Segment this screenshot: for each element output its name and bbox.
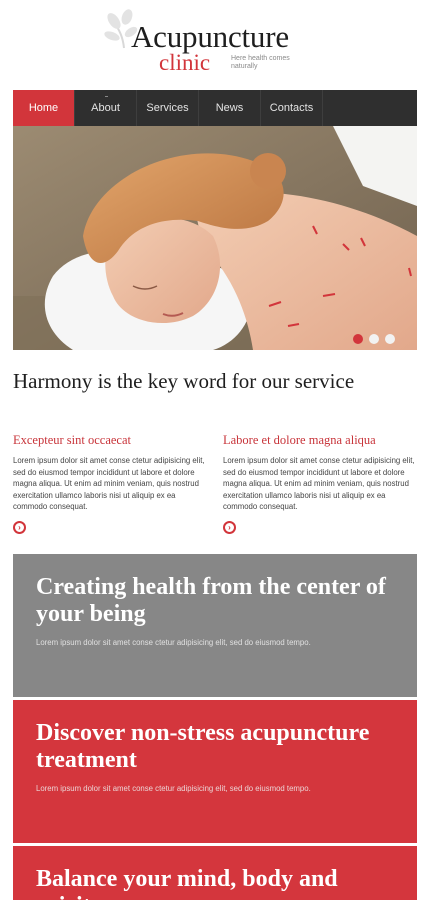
slider-pagination <box>353 334 395 344</box>
main-nav: Home About Services News Contacts <box>13 90 417 126</box>
site-header: Acupuncture clinic Here health comes nat… <box>0 0 430 90</box>
nav-item-label: Services <box>146 102 189 114</box>
submenu-indicator <box>104 96 108 97</box>
slider-dot-1[interactable] <box>353 334 363 344</box>
circle-arrow-right-icon[interactable]: › <box>223 521 236 534</box>
nav-item-services[interactable]: Services <box>137 90 199 126</box>
feature-heading[interactable]: Labore et dolore magna aliqua <box>223 433 417 448</box>
banner-title: Discover non-stress acupuncture treatmen… <box>36 720 370 773</box>
feature-text: Lorem ipsum dolor sit amet conse ctetur … <box>223 456 415 512</box>
nav-item-label: About <box>91 102 120 114</box>
slider-dot-2[interactable] <box>369 334 379 344</box>
section-title: Harmony is the key word for our service <box>13 369 355 393</box>
hero-slider[interactable] <box>13 126 417 350</box>
feature-column-1: Excepteur sint occaecat Lorem ipsum dolo… <box>13 433 207 513</box>
promo-banner-3[interactable]: Balance your mind, body and spirit <box>13 846 417 900</box>
nav-item-label: Home <box>28 102 59 114</box>
hero-image <box>13 126 417 350</box>
nav-item-home[interactable]: Home <box>13 90 75 126</box>
nav-item-news[interactable]: News <box>199 90 261 126</box>
banner-text: Lorem ipsum dolor sit amet conse ctetur … <box>36 784 311 793</box>
nav-item-label: News <box>215 102 244 114</box>
promo-banner-2[interactable]: Discover non-stress acupuncture treatmen… <box>13 700 417 843</box>
nav-item-label: Contacts <box>269 102 314 114</box>
logo-subtitle[interactable]: clinic <box>159 50 210 76</box>
feature-column-2: Labore et dolore magna aliqua Lorem ipsu… <box>223 433 417 513</box>
nav-item-about[interactable]: About <box>75 90 137 126</box>
banner-text: Lorem ipsum dolor sit amet conse ctetur … <box>36 638 311 647</box>
feature-heading[interactable]: Excepteur sint occaecat <box>13 433 207 448</box>
promo-banner-1[interactable]: Creating health from the center of your … <box>13 554 417 697</box>
logo-tagline: Here health comes naturally <box>231 55 290 70</box>
slider-dot-3[interactable] <box>385 334 395 344</box>
circle-arrow-right-icon[interactable]: › <box>13 521 26 534</box>
banner-title: Balance your mind, body and spirit <box>36 866 338 900</box>
banner-title: Creating health from the center of your … <box>36 574 386 627</box>
feature-text: Lorem ipsum dolor sit amet conse ctetur … <box>13 456 205 512</box>
nav-item-contacts[interactable]: Contacts <box>261 90 323 126</box>
